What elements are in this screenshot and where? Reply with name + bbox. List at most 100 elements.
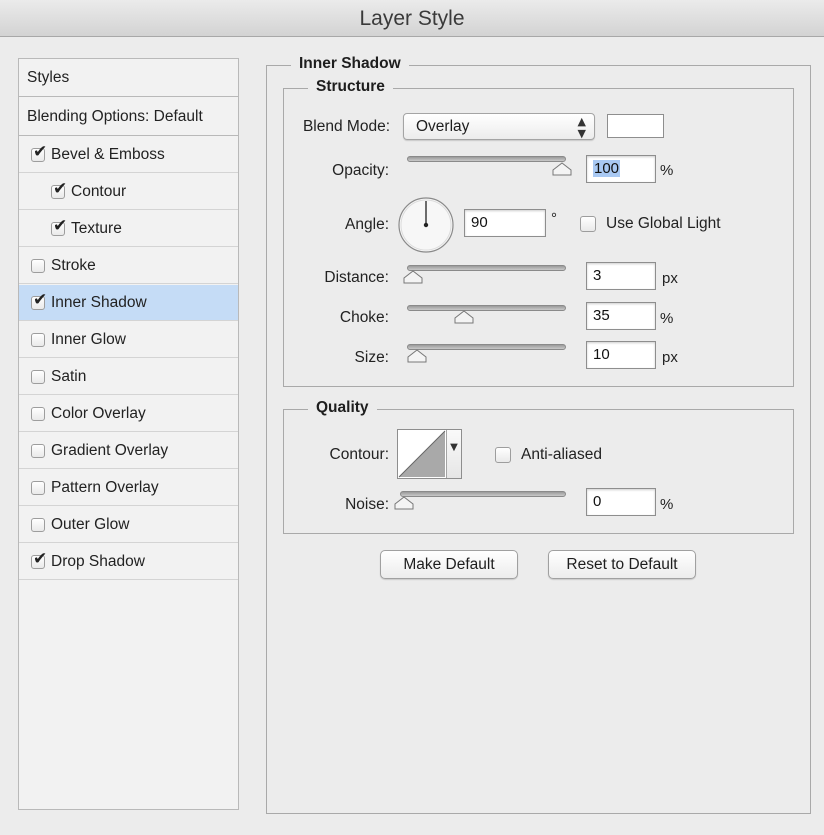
distance-slider-thumb[interactable] — [403, 270, 423, 284]
choke-slider-track[interactable] — [407, 305, 566, 311]
noise-slider-thumb[interactable] — [394, 496, 414, 510]
angle-input[interactable]: 90 — [464, 209, 546, 237]
opacity-value: 100 — [593, 160, 621, 177]
structure-title: Structure — [308, 78, 393, 96]
distance-value: 3 — [593, 267, 602, 284]
sidebar-item-stroke[interactable]: Stroke — [19, 248, 238, 284]
size-label: Size: — [354, 349, 389, 366]
noise-label: Noise: — [345, 496, 389, 513]
sidebar-checkbox[interactable] — [31, 517, 45, 532]
sidebar-item-bevel-emboss[interactable]: ✔ Bevel & Emboss — [19, 137, 238, 173]
blend-color-swatch[interactable] — [607, 114, 664, 138]
sidebar-item-styles[interactable]: Styles — [19, 59, 238, 97]
sidebar-item-drop-shadow[interactable]: ✔ Drop Shadow — [19, 544, 238, 580]
noise-value: 0 — [593, 493, 602, 510]
quality-group — [283, 409, 794, 534]
blend-mode-value: Overlay — [416, 118, 470, 135]
sidebar-item-label: Color Overlay — [51, 404, 146, 422]
sidebar-checkbox[interactable] — [31, 332, 45, 347]
distance-unit: px — [662, 270, 678, 287]
angle-dial[interactable] — [397, 196, 455, 254]
sidebar-checkbox[interactable]: ✔ — [31, 143, 47, 162]
angle-label: Angle: — [345, 216, 389, 233]
sidebar-item-outer-glow[interactable]: Outer Glow — [19, 507, 238, 543]
sidebar-item-inner-shadow[interactable]: ✔ Inner Shadow — [19, 285, 238, 321]
opacity-unit: % — [660, 162, 674, 179]
sidebar-item-gradient-overlay[interactable]: Gradient Overlay — [19, 433, 238, 469]
distance-input[interactable]: 3 — [586, 262, 656, 290]
blend-mode-label: Blend Mode: — [302, 118, 390, 135]
choke-slider-thumb[interactable] — [454, 310, 474, 324]
reset-to-default-button[interactable]: Reset to Default — [548, 550, 696, 579]
sidebar-checkbox[interactable] — [31, 443, 45, 458]
sidebar-checkbox[interactable]: ✔ — [31, 550, 47, 569]
size-input[interactable]: 10 — [586, 341, 656, 369]
sidebar-item-label: Satin — [51, 367, 87, 385]
contour-label: Contour: — [329, 446, 389, 463]
sidebar-item-texture[interactable]: ✔ Texture — [19, 211, 238, 247]
sidebar-checkbox[interactable] — [31, 258, 45, 273]
noise-unit: % — [660, 496, 674, 513]
noise-slider-track[interactable] — [400, 491, 566, 497]
angle-unit: ° — [551, 210, 557, 227]
opacity-input[interactable]: 100 — [586, 155, 656, 183]
checkmark-icon: ✔ — [33, 141, 48, 162]
updown-arrows-icon: ▲ ▼ — [577, 115, 586, 140]
choke-input[interactable]: 35 — [586, 302, 656, 330]
checkmark-icon: ✔ — [33, 289, 48, 310]
sidebar-item-label: Inner Shadow — [51, 293, 147, 311]
distance-label: Distance: — [324, 269, 389, 286]
sidebar-item-label: Drop Shadow — [51, 552, 145, 570]
sidebar-item-label: Contour — [71, 182, 127, 200]
size-slider-track[interactable] — [407, 344, 566, 350]
blend-mode-select[interactable]: Overlay ▲ ▼ — [403, 113, 595, 140]
size-value: 10 — [593, 346, 610, 363]
sidebar-item-label: Pattern Overlay — [51, 478, 159, 496]
contour-picker[interactable]: ▼ — [397, 429, 462, 479]
contour-preview-icon — [398, 430, 446, 478]
sidebar-item-label: Inner Glow — [51, 330, 126, 348]
distance-slider-track[interactable] — [407, 265, 566, 271]
use-global-light-checkbox[interactable] — [580, 216, 596, 232]
sidebar-item-label: Blending Options: Default — [27, 107, 203, 125]
inner-shadow-title: Inner Shadow — [291, 55, 409, 73]
angle-value: 90 — [471, 214, 488, 231]
sidebar-item-blending-options-default[interactable]: Blending Options: Default — [19, 98, 238, 136]
noise-input[interactable]: 0 — [586, 488, 656, 516]
sidebar-item-label: Texture — [71, 219, 122, 237]
sidebar-item-label: Styles — [27, 68, 70, 86]
window-title: Layer Style — [0, 0, 824, 37]
anti-aliased-checkbox[interactable] — [495, 447, 511, 463]
sidebar-checkbox[interactable] — [31, 369, 45, 384]
sidebar-item-inner-glow[interactable]: Inner Glow — [19, 322, 238, 358]
sidebar-checkbox[interactable]: ✔ — [51, 180, 67, 199]
opacity-slider-track[interactable] — [407, 156, 566, 162]
make-default-button[interactable]: Make Default — [380, 550, 518, 579]
sidebar-item-color-overlay[interactable]: Color Overlay — [19, 396, 238, 432]
styles-list: Styles Blending Options: Default ✔ Bevel & … — [18, 58, 239, 810]
sidebar-checkbox[interactable] — [31, 480, 45, 495]
sidebar-checkbox[interactable]: ✔ — [31, 291, 47, 310]
choke-unit: % — [660, 310, 674, 327]
sidebar-checkbox[interactable]: ✔ — [51, 217, 67, 236]
sidebar-item-contour[interactable]: ✔ Contour — [19, 174, 238, 210]
contour-dropdown-arrow-icon[interactable]: ▼ — [446, 430, 461, 478]
choke-label: Choke: — [339, 309, 389, 326]
opacity-label: Opacity: — [332, 162, 389, 179]
opacity-slider-thumb[interactable] — [552, 162, 572, 176]
size-slider-thumb[interactable] — [407, 349, 427, 363]
quality-title: Quality — [308, 399, 377, 417]
sidebar-checkbox[interactable] — [31, 406, 45, 421]
size-unit: px — [662, 349, 678, 366]
use-global-light-label: Use Global Light — [606, 215, 721, 232]
sidebar-item-satin[interactable]: Satin — [19, 359, 238, 395]
checkmark-icon: ✔ — [53, 178, 68, 199]
sidebar-item-label: Gradient Overlay — [51, 441, 169, 459]
anti-aliased-label: Anti-aliased — [521, 446, 602, 463]
checkmark-icon: ✔ — [53, 215, 68, 236]
checkmark-icon: ✔ — [33, 548, 48, 569]
sidebar-item-pattern-overlay[interactable]: Pattern Overlay — [19, 470, 238, 506]
sidebar-item-label: Bevel & Emboss — [51, 145, 165, 163]
sidebar-item-label: Stroke — [51, 256, 96, 274]
sidebar-item-label: Outer Glow — [51, 515, 130, 533]
